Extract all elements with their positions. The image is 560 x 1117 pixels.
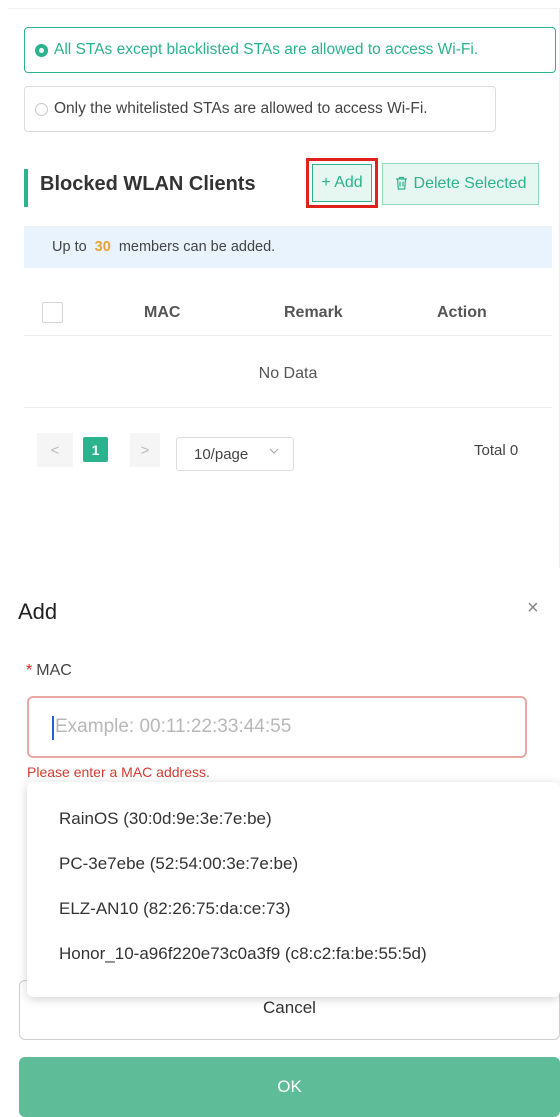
- suggestion-item[interactable]: PC-3e7ebe (52:54:00:3e:7e:be): [59, 854, 298, 874]
- radio-checked-icon: [35, 43, 48, 57]
- info-count: 30: [94, 239, 111, 255]
- mac-field-label: * MAC: [26, 662, 72, 680]
- suggestion-item[interactable]: RainOS (30:0d:9e:3e:7e:be): [59, 809, 272, 829]
- radio-unchecked-icon: [35, 102, 48, 116]
- info-prefix: Up to: [52, 239, 87, 255]
- trash-icon: [395, 176, 408, 193]
- delete-selected-label: Delete Selected: [413, 175, 527, 192]
- section-title: Blocked WLAN Clients: [40, 173, 256, 195]
- table-empty-text: No Data: [24, 336, 552, 408]
- page-size-value: 10/page: [194, 445, 249, 463]
- table-header: MAC Remark Action: [24, 292, 552, 336]
- section-accent-bar: [24, 169, 28, 207]
- chevron-down-icon: [269, 446, 279, 459]
- ok-button[interactable]: OK: [19, 1057, 560, 1117]
- suggestion-item[interactable]: Honor_10-a96f220e73c0a3f9 (c8:c2:fa:be:5…: [59, 944, 427, 964]
- radio-blacklist-label: All STAs except blacklisted STAs are all…: [54, 41, 479, 58]
- info-suffix: members can be added.: [118, 239, 276, 255]
- close-icon[interactable]: ×: [527, 597, 539, 620]
- mac-suggestion-dropdown: RainOS (30:0d:9e:3e:7e:be) PC-3e7ebe (52…: [27, 782, 560, 997]
- radio-blacklist-mode[interactable]: All STAs except blacklisted STAs are all…: [24, 27, 556, 73]
- radio-whitelist-label: Only the whitelisted STAs are allowed to…: [54, 100, 428, 117]
- add-button[interactable]: + Add: [312, 164, 372, 202]
- select-all-checkbox[interactable]: [42, 302, 63, 323]
- delete-selected-button[interactable]: Delete Selected: [382, 163, 539, 205]
- current-page-button[interactable]: 1: [83, 437, 108, 462]
- prev-page-button[interactable]: <: [37, 433, 73, 467]
- mac-input[interactable]: Example: 00:11:22:33:44:55: [27, 696, 527, 758]
- total-count: Total 0: [474, 442, 519, 459]
- column-action: Action: [437, 304, 487, 321]
- column-remark: Remark: [284, 304, 343, 321]
- suggestion-item[interactable]: ELZ-AN10 (82:26:75:da:ce:73): [59, 899, 291, 919]
- mac-error-message: Please enter a MAC address.: [27, 764, 210, 780]
- mac-label-text: MAC: [36, 662, 72, 679]
- next-page-button[interactable]: >: [130, 433, 160, 467]
- dialog-title: Add: [18, 599, 58, 624]
- radio-whitelist-mode[interactable]: Only the whitelisted STAs are allowed to…: [24, 86, 496, 132]
- blocked-clients-panel: All STAs except blacklisted STAs are all…: [8, 8, 560, 568]
- add-button-highlight: + Add: [306, 158, 378, 208]
- column-mac: MAC: [144, 304, 181, 321]
- mac-placeholder: Example: 00:11:22:33:44:55: [55, 716, 292, 737]
- required-mark: *: [26, 662, 33, 679]
- text-caret: [52, 716, 54, 740]
- member-limit-info: Up to 30 members can be added.: [24, 226, 552, 268]
- page-size-select[interactable]: 10/page: [176, 437, 294, 471]
